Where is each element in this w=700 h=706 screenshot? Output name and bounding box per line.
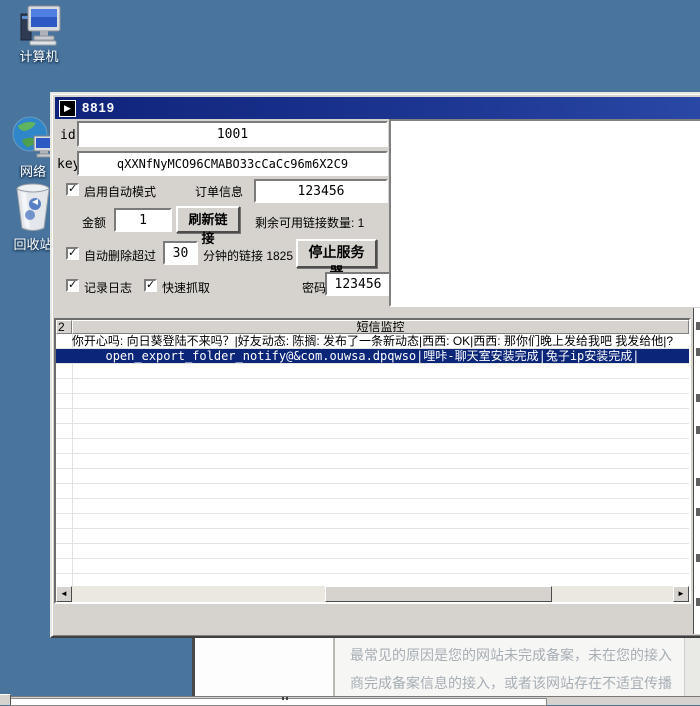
scroll-left-icon[interactable]: ◄ <box>56 586 72 602</box>
clipped-glyph-fragment <box>696 554 700 562</box>
sms-monitor-listview[interactable]: 2 短信监控 你开心吗: 向日葵登陆不来吗？|好友动态: 陈搁: 发布了一条新动… <box>54 318 691 604</box>
password-input[interactable] <box>325 272 391 296</box>
auto-mode-checkbox[interactable]: ✓ <box>66 183 79 196</box>
desktop-icon-label: 计算机 <box>8 46 70 65</box>
list-row-empty[interactable] <box>56 469 689 484</box>
auto-delete-label: 自动删除超过 <box>84 247 156 264</box>
auto-delete-checkbox[interactable]: ✓ <box>66 247 79 260</box>
id-input[interactable] <box>77 121 388 147</box>
stop-server-button[interactable]: 停止服务器 <box>296 239 377 268</box>
background-page-panel <box>192 634 336 696</box>
listview-header-col1[interactable]: 2 <box>56 320 72 334</box>
amount-input[interactable] <box>114 208 172 232</box>
bottom-left-corner-box <box>0 694 11 705</box>
scroll-right-icon[interactable]: ► <box>673 586 689 602</box>
clipped-glyph-fragment <box>696 598 700 606</box>
list-row[interactable]: open_export_folder_notify@&com.ouwsa.dpq… <box>56 349 689 364</box>
log-label: 记录日志 <box>84 279 132 296</box>
minutes-input[interactable] <box>163 241 198 265</box>
list-row-empty[interactable] <box>56 394 689 409</box>
list-row-empty[interactable] <box>56 544 689 559</box>
clipped-glyph-fragment <box>696 478 700 486</box>
clipped-glyph-fragment <box>696 322 700 330</box>
list-row-empty[interactable] <box>56 514 689 529</box>
order-info-input[interactable] <box>254 179 388 203</box>
page-text-line2: 商完成备案信息的接入，或者该网站存在不适宜传播 <box>350 673 672 693</box>
list-row-empty[interactable] <box>56 409 689 424</box>
remaining-links-label: 剩余可用链接数量: 1 <box>255 214 364 231</box>
titlebar[interactable]: ▶ 8819 <box>55 97 700 119</box>
amount-label: 金额 <box>82 214 106 231</box>
clipped-glyph-fragment <box>696 508 700 516</box>
key-input[interactable] <box>77 151 388 176</box>
list-row-empty[interactable] <box>56 439 689 454</box>
list-row-empty[interactable] <box>56 559 689 574</box>
output-panel[interactable] <box>389 119 700 307</box>
scrollbar-thumb[interactable] <box>325 586 552 602</box>
id-label: id <box>60 128 76 143</box>
app-window: ▶ 8819 id key ✓ 启用自动模式 订单信息 金额 刷新链接 剩余可用… <box>50 92 700 638</box>
list-row-empty[interactable] <box>56 364 689 379</box>
list-row-empty[interactable] <box>56 529 689 544</box>
clipped-glyph-fragment <box>696 394 700 402</box>
computer-icon <box>18 4 62 46</box>
quick-capture-checkbox[interactable]: ✓ <box>144 279 157 292</box>
list-row-empty[interactable] <box>56 484 689 499</box>
list-row-empty[interactable] <box>56 454 689 469</box>
order-info-label: 订单信息 <box>195 183 243 200</box>
horizontal-scrollbar[interactable]: ◄ ► <box>56 586 689 602</box>
list-row-empty[interactable] <box>56 379 689 394</box>
bottom-dots <box>282 697 290 700</box>
listview-header-col2[interactable]: 短信监控 <box>72 320 689 334</box>
clipped-glyph-fragment <box>696 426 700 434</box>
list-row-empty[interactable] <box>56 424 689 439</box>
listview-rows: 你开心吗: 向日葵登陆不来吗？|好友动态: 陈搁: 发布了一条新动态|西西: O… <box>56 334 689 589</box>
recycle-bin-icon <box>14 182 52 232</box>
listview-header: 2 短信监控 <box>56 320 689 334</box>
clipped-window-edge <box>693 308 700 634</box>
list-row-empty[interactable] <box>56 499 689 514</box>
auto-mode-label: 启用自动模式 <box>84 183 156 200</box>
quick-capture-label: 快速抓取 <box>162 279 210 296</box>
auto-delete-suffix-label: 分钟的链接 1825 <box>203 247 293 264</box>
page-scrollbar[interactable] <box>684 634 700 696</box>
page-text-line1: 最常见的原因是您的网站未完成备案，未在您的接入 <box>350 645 672 665</box>
log-checkbox[interactable]: ✓ <box>66 279 79 292</box>
refresh-link-button[interactable]: 刷新链接 <box>176 206 240 233</box>
bottom-window-field <box>10 698 547 706</box>
window-title: 8819 <box>82 97 115 119</box>
background-page-content: 最常见的原因是您的网站未完成备案，未在您的接入 商完成备案信息的接入，或者该网站… <box>333 634 686 696</box>
desktop-icon-computer[interactable]: 计算机 <box>8 4 70 60</box>
password-label: 密码 <box>302 279 326 296</box>
clipped-glyph-fragment <box>696 348 700 356</box>
app-icon: ▶ <box>59 100 76 117</box>
list-row[interactable]: 你开心吗: 向日葵登陆不来吗？|好友动态: 陈搁: 发布了一条新动态|西西: O… <box>56 334 689 349</box>
